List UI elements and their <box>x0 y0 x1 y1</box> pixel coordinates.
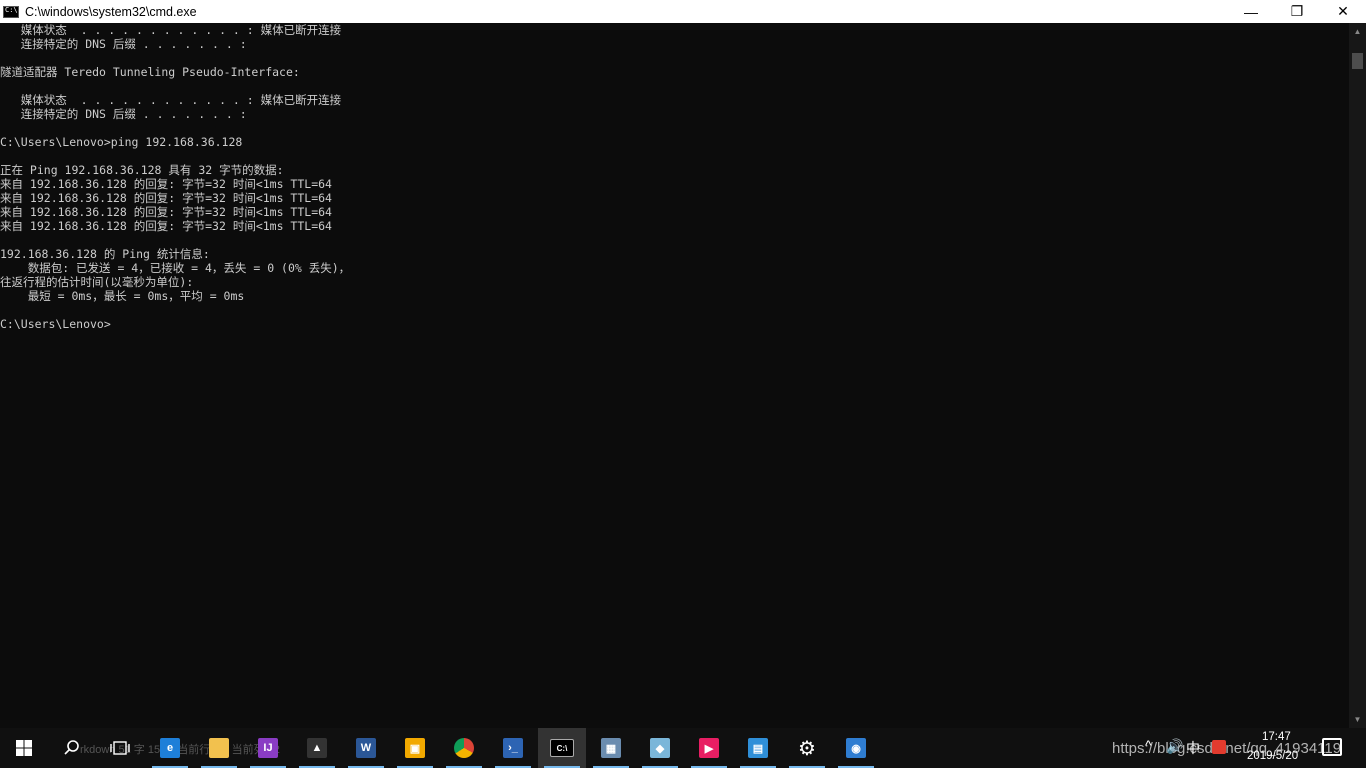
search-button[interactable] <box>48 728 96 768</box>
powershell-icon: ›_ <box>503 738 523 758</box>
scroll-down-icon[interactable]: ▼ <box>1349 711 1366 728</box>
chrome-icon <box>454 738 474 758</box>
taskbar-app-cmd[interactable]: C:\ <box>538 728 586 768</box>
remote-desktop-icon: ▤ <box>748 738 768 758</box>
notification-center-icon[interactable] <box>1322 738 1342 756</box>
taskbar: rkdown 51 字 15 行 当前行 15, 当前列 12 eIJ▲W▣›_… <box>0 728 1366 768</box>
vmware-icon: ▣ <box>405 738 425 758</box>
taskbar-app-chrome[interactable] <box>440 728 488 768</box>
search-icon <box>64 740 79 755</box>
taskbar-app-edge[interactable]: e <box>146 728 194 768</box>
minimize-button[interactable]: — <box>1228 0 1274 23</box>
console-text: 媒体状态 . . . . . . . . . . . . : 媒体已断开连接 连… <box>0 23 351 331</box>
show-hidden-icons-icon[interactable]: ^ <box>1145 737 1152 753</box>
clock-time[interactable]: 17:47 <box>1262 731 1291 743</box>
windows-logo-icon <box>16 740 32 756</box>
media-player-icon: ▶ <box>699 738 719 758</box>
taskbar-app-media-player[interactable]: ▶ <box>685 728 733 768</box>
taskbar-app-photos[interactable]: ▲ <box>293 728 341 768</box>
control-panel-icon: ▦ <box>601 738 621 758</box>
close-button[interactable]: ✕ <box>1320 0 1366 23</box>
notes-icon: ◆ <box>650 738 670 758</box>
task-view-button[interactable] <box>96 728 144 768</box>
vertical-scrollbar[interactable]: ▲ ▼ <box>1349 23 1366 728</box>
volume-icon[interactable]: 🔊 <box>1166 738 1183 755</box>
taskbar-app-control-panel[interactable]: ▦ <box>587 728 635 768</box>
scrollbar-thumb[interactable] <box>1352 53 1363 69</box>
system-tray: ^ 🔊 中 17:47 2019/5/20 <box>1140 728 1320 768</box>
clock-date[interactable]: 2019/5/20 <box>1247 750 1298 762</box>
folder-icon <box>209 738 229 758</box>
gear-icon: ⚙ <box>797 737 817 760</box>
window-title: C:\windows\system32\cmd.exe <box>25 4 197 19</box>
start-button[interactable] <box>0 728 48 768</box>
maximize-button[interactable]: ❐ <box>1274 0 1320 23</box>
photos-icon: ▲ <box>307 738 327 758</box>
scroll-up-icon[interactable]: ▲ <box>1349 23 1366 40</box>
input-method-indicator[interactable]: 中 <box>1186 738 1200 758</box>
cmd-app-icon[interactable] <box>3 5 19 18</box>
word-icon: W <box>356 738 376 758</box>
intellij-icon: IJ <box>258 738 278 758</box>
taskbar-app-word[interactable]: W <box>342 728 390 768</box>
taskbar-app-powershell[interactable]: ›_ <box>489 728 537 768</box>
taskbar-app-remote-desktop[interactable]: ▤ <box>734 728 782 768</box>
taskbar-app-settings[interactable]: ⚙ <box>783 728 831 768</box>
window-titlebar[interactable]: C:\windows\system32\cmd.exe — ❐ ✕ <box>0 0 1366 23</box>
taskbar-app-vmware[interactable]: ▣ <box>391 728 439 768</box>
console-output[interactable]: 媒体状态 . . . . . . . . . . . . : 媒体已断开连接 连… <box>0 23 1349 728</box>
taskbar-app-file-explorer[interactable] <box>195 728 243 768</box>
sogou-input-icon[interactable] <box>1212 740 1226 754</box>
taskbar-app-intellij[interactable]: IJ <box>244 728 292 768</box>
taskbar-app-notes[interactable]: ◆ <box>636 728 684 768</box>
taskbar-app-network[interactable]: ◉ <box>832 728 880 768</box>
edge-icon: e <box>160 738 180 758</box>
task-view-icon <box>110 741 130 755</box>
globe-icon: ◉ <box>846 738 866 758</box>
cmd-icon: C:\ <box>550 739 574 757</box>
window-controls: — ❐ ✕ <box>1228 0 1366 23</box>
